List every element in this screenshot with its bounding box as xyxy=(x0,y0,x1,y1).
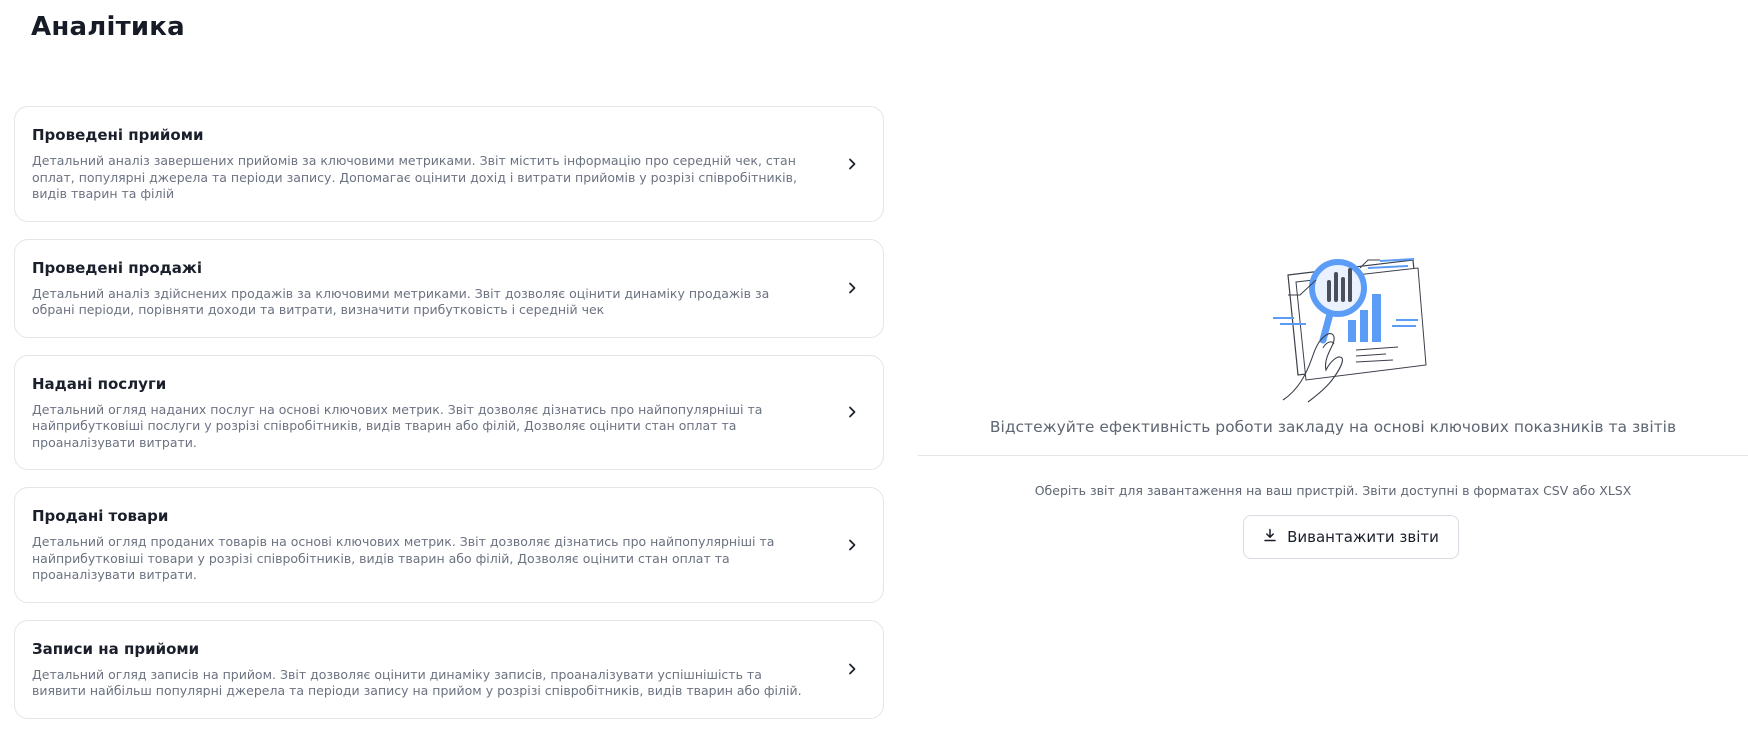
report-card-description: Детальний аналіз завершених прийомів за … xyxy=(32,153,797,201)
report-card-title: Записи на прийоми xyxy=(32,639,200,658)
report-card-appointments[interactable]: Проведені прийоми Детальний аналіз завер… xyxy=(14,106,884,222)
report-card-title: Продані товари xyxy=(32,507,169,525)
export-hint: Оберіть звіт для завантаження на ваш при… xyxy=(1034,483,1632,498)
report-card-title: Проведені прийоми xyxy=(32,126,204,144)
page-title: Аналітика xyxy=(31,12,185,42)
report-card-bookings[interactable]: Записи на прийоми Детальний огляд записі… xyxy=(14,619,884,719)
chevron-right-icon xyxy=(845,281,859,295)
chevron-right-icon xyxy=(845,157,859,171)
analytics-magnifier-illustration-icon xyxy=(1268,250,1438,405)
report-card-services[interactable]: Надані послуги Детальний огляд наданих п… xyxy=(14,354,884,470)
export-panel: Відстежуйте ефективність роботи закладу … xyxy=(918,0,1748,742)
chevron-right-icon xyxy=(845,405,859,419)
report-card-title: Проведені продажі xyxy=(32,258,202,277)
panel-divider xyxy=(918,455,1748,456)
report-card-title: Надані послуги xyxy=(32,374,167,393)
report-card-description: Детальний аналіз здійснених продажів за … xyxy=(32,285,770,318)
report-card-goods[interactable]: Продані товари Детальний огляд проданих … xyxy=(14,487,884,603)
chevron-right-icon xyxy=(845,662,859,676)
report-card-description: Детальний огляд наданих послуг на основі… xyxy=(32,401,763,450)
panel-tagline: Відстежуйте ефективність роботи закладу … xyxy=(989,418,1677,436)
report-list: Проведені прийоми Детальний аналіз завер… xyxy=(14,106,884,719)
report-card-sales[interactable]: Проведені продажі Детальний аналіз здійс… xyxy=(14,238,884,338)
download-icon xyxy=(1263,528,1277,546)
chevron-right-icon xyxy=(845,538,859,552)
export-reports-button[interactable]: Вивантажити звіти xyxy=(1243,515,1459,559)
report-card-description: Детальний огляд проданих товарів на осно… xyxy=(32,534,775,582)
report-card-description: Детальний огляд записів на прийом. Звіт … xyxy=(32,666,802,699)
export-button-label: Вивантажити звіти xyxy=(1287,528,1439,546)
